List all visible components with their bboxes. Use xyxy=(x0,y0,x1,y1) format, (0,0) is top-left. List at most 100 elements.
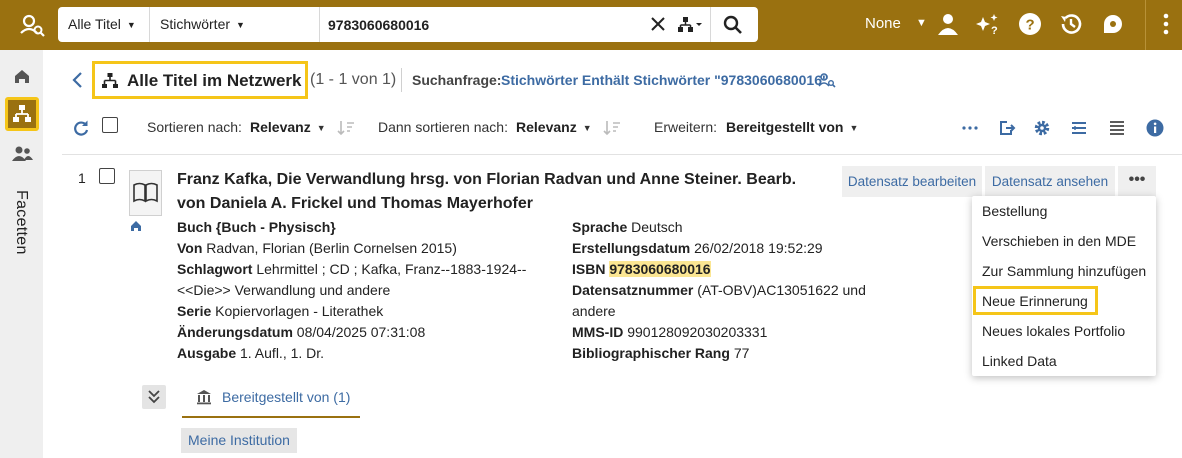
record-actions-menu: Bestellung Verschieben in den MDE Zur Sa… xyxy=(972,196,1156,376)
close-icon[interactable] xyxy=(648,14,668,34)
page-title: Alle Titel im Netzwerk xyxy=(127,71,302,90)
topbar-divider xyxy=(1145,0,1146,50)
export-icon[interactable] xyxy=(997,118,1017,138)
chevron-down-icon: ▼ xyxy=(236,20,245,30)
search-person-icon[interactable] xyxy=(18,11,46,39)
field-series: Serie Kopiervorlagen - Literathek xyxy=(177,303,384,319)
search-scope-label: Alle Titel xyxy=(68,16,121,32)
search-field-label: Stichwörter xyxy=(160,16,231,32)
home-icon[interactable] xyxy=(8,62,36,90)
svg-text:?: ? xyxy=(991,25,998,37)
sort-label: Sortieren nach: xyxy=(147,119,242,135)
tab-provided-by-label: Bereitgestellt von (1) xyxy=(222,389,351,405)
expand-value: Bereitgestellt von xyxy=(726,119,844,135)
sort-direction-icon[interactable] xyxy=(336,118,356,138)
menu-item-move-mde[interactable]: Verschieben in den MDE xyxy=(982,233,1136,249)
network-nav-button[interactable] xyxy=(5,97,39,131)
svg-text:?: ? xyxy=(1026,17,1035,34)
field-rank: Bibliographischer Rang 77 xyxy=(572,345,750,361)
then-sort-label: Dann sortieren nach: xyxy=(378,119,508,135)
chevron-left-icon[interactable] xyxy=(70,70,86,90)
network-icon xyxy=(13,105,31,122)
more-options-icon[interactable] xyxy=(960,118,980,138)
profile-select-label[interactable]: None xyxy=(865,15,901,32)
info-icon[interactable] xyxy=(1145,118,1165,138)
home-icon xyxy=(131,221,141,231)
query-link[interactable]: Stichwörter Enthält Stichwörter "9783060… xyxy=(501,72,829,88)
double-chevron-down-icon xyxy=(148,390,160,404)
field-mms-id: MMS-ID 990128092030203331 xyxy=(572,324,768,340)
top-bar: Alle Titel ▼ Stichwörter ▼ None ▼ ? ? xyxy=(0,0,1182,50)
then-sort-value: Relevanz xyxy=(516,119,577,135)
history-icon[interactable] xyxy=(1058,11,1084,37)
network-icon xyxy=(102,73,118,88)
institution-icon xyxy=(197,390,211,405)
more-actions-button[interactable]: ••• xyxy=(1118,166,1156,197)
sort-direction-icon[interactable] xyxy=(602,118,622,138)
chevron-down-icon: ▼ xyxy=(849,123,859,133)
edit-record-button[interactable]: Datensatz bearbeiten xyxy=(842,166,982,197)
sort-value: Relevanz xyxy=(250,119,311,135)
menu-item-add-collection[interactable]: Zur Sammlung hinzufügen xyxy=(982,263,1146,279)
institution-chip[interactable]: Meine Institution xyxy=(181,428,297,453)
sort-select[interactable]: Relevanz ▼ xyxy=(250,119,326,135)
record-checkbox[interactable] xyxy=(99,168,115,184)
header-divider xyxy=(401,68,402,92)
expand-select[interactable]: Bereitgestellt von ▼ xyxy=(726,119,858,135)
refresh-icon[interactable] xyxy=(71,118,91,138)
menu-item-order[interactable]: Bestellung xyxy=(982,203,1047,219)
chevron-down-icon: ▼ xyxy=(316,123,326,133)
field-subject: Schlagwort Lehrmittel ; CD ; Kafka, Fran… xyxy=(177,261,527,277)
search-input[interactable] xyxy=(328,7,698,42)
record-title[interactable]: Franz Kafka, Die Verwandlung hrsg. von F… xyxy=(177,168,827,216)
kebab-icon[interactable] xyxy=(1153,11,1179,37)
search-box: Alle Titel ▼ Stichwörter ▼ xyxy=(58,7,758,42)
people-icon[interactable] xyxy=(8,140,36,168)
chevron-down-icon: ▼ xyxy=(582,123,592,133)
field-subject-cont: <<Die>> Verwandlung und andere xyxy=(177,282,391,298)
search-divider xyxy=(710,7,711,42)
sparkle-help-icon[interactable]: ? xyxy=(975,11,1001,37)
search-person-icon[interactable] xyxy=(818,72,836,88)
record-type: Buch {Buch - Physisch} xyxy=(177,219,336,235)
tab-provided-by[interactable]: Bereitgestellt von (1) xyxy=(182,380,360,418)
result-count: (1 - 1 von 1) xyxy=(310,71,397,88)
network-scope-icon[interactable] xyxy=(676,15,704,35)
field-author: Von Radvan, Florian (Berlin Cornelsen 20… xyxy=(177,240,457,256)
field-modified: Änderungsdatum 08/04/2025 07:31:08 xyxy=(177,324,426,340)
gear-icon[interactable] xyxy=(1032,118,1052,138)
book-thumbnail xyxy=(129,170,162,216)
field-created: Erstellungsdatum 26/02/2018 19:52:29 xyxy=(572,240,823,256)
field-edition: Ausgabe 1. Aufl., 1. Dr. xyxy=(177,345,325,361)
help-icon[interactable]: ? xyxy=(1017,11,1043,37)
then-sort-select[interactable]: Relevanz ▼ xyxy=(516,119,592,135)
search-scope-select[interactable]: Alle Titel ▼ xyxy=(58,7,150,42)
query-label: Suchanfrage: xyxy=(412,72,502,88)
user-icon[interactable] xyxy=(935,11,961,37)
field-record-number: Datensatznummer (AT-OBV)AC13051622 und xyxy=(572,282,866,298)
record-fields-right: Sprache Deutsch Erstellungsdatum 26/02/2… xyxy=(572,217,866,364)
page-title-box: Alle Titel im Netzwerk xyxy=(92,61,308,99)
expand-record-button[interactable] xyxy=(142,385,166,409)
menu-item-new-reminder[interactable]: Neue Erinnerung xyxy=(982,293,1088,309)
compact-view-icon[interactable] xyxy=(1069,118,1089,138)
view-record-button[interactable]: Datensatz ansehen xyxy=(985,166,1115,197)
left-rail: Facetten xyxy=(0,50,43,458)
expand-label: Erweitern: xyxy=(654,119,718,135)
facets-toggle[interactable]: Facetten xyxy=(12,190,30,255)
chat-bubble-icon[interactable] xyxy=(1100,11,1126,37)
record-number: 1 xyxy=(78,170,86,186)
toolbar-divider xyxy=(62,154,1182,155)
search-field-select[interactable]: Stichwörter ▼ xyxy=(150,7,320,42)
list-view-icon[interactable] xyxy=(1107,118,1127,138)
record-fields-left: Buch {Buch - Physisch} Von Radvan, Flori… xyxy=(177,217,526,364)
chevron-down-icon[interactable]: ▼ xyxy=(916,17,927,29)
book-icon xyxy=(133,182,158,203)
menu-item-linked-data[interactable]: Linked Data xyxy=(982,353,1057,369)
field-language: Sprache Deutsch xyxy=(572,219,683,235)
select-all-checkbox[interactable] xyxy=(102,117,118,133)
search-icon[interactable] xyxy=(722,14,744,36)
menu-item-local-portfolio[interactable]: Neues lokales Portfolio xyxy=(982,323,1125,339)
field-isbn: ISBN 9783060680016 xyxy=(572,261,711,277)
field-record-number-cont: andere xyxy=(572,303,616,319)
